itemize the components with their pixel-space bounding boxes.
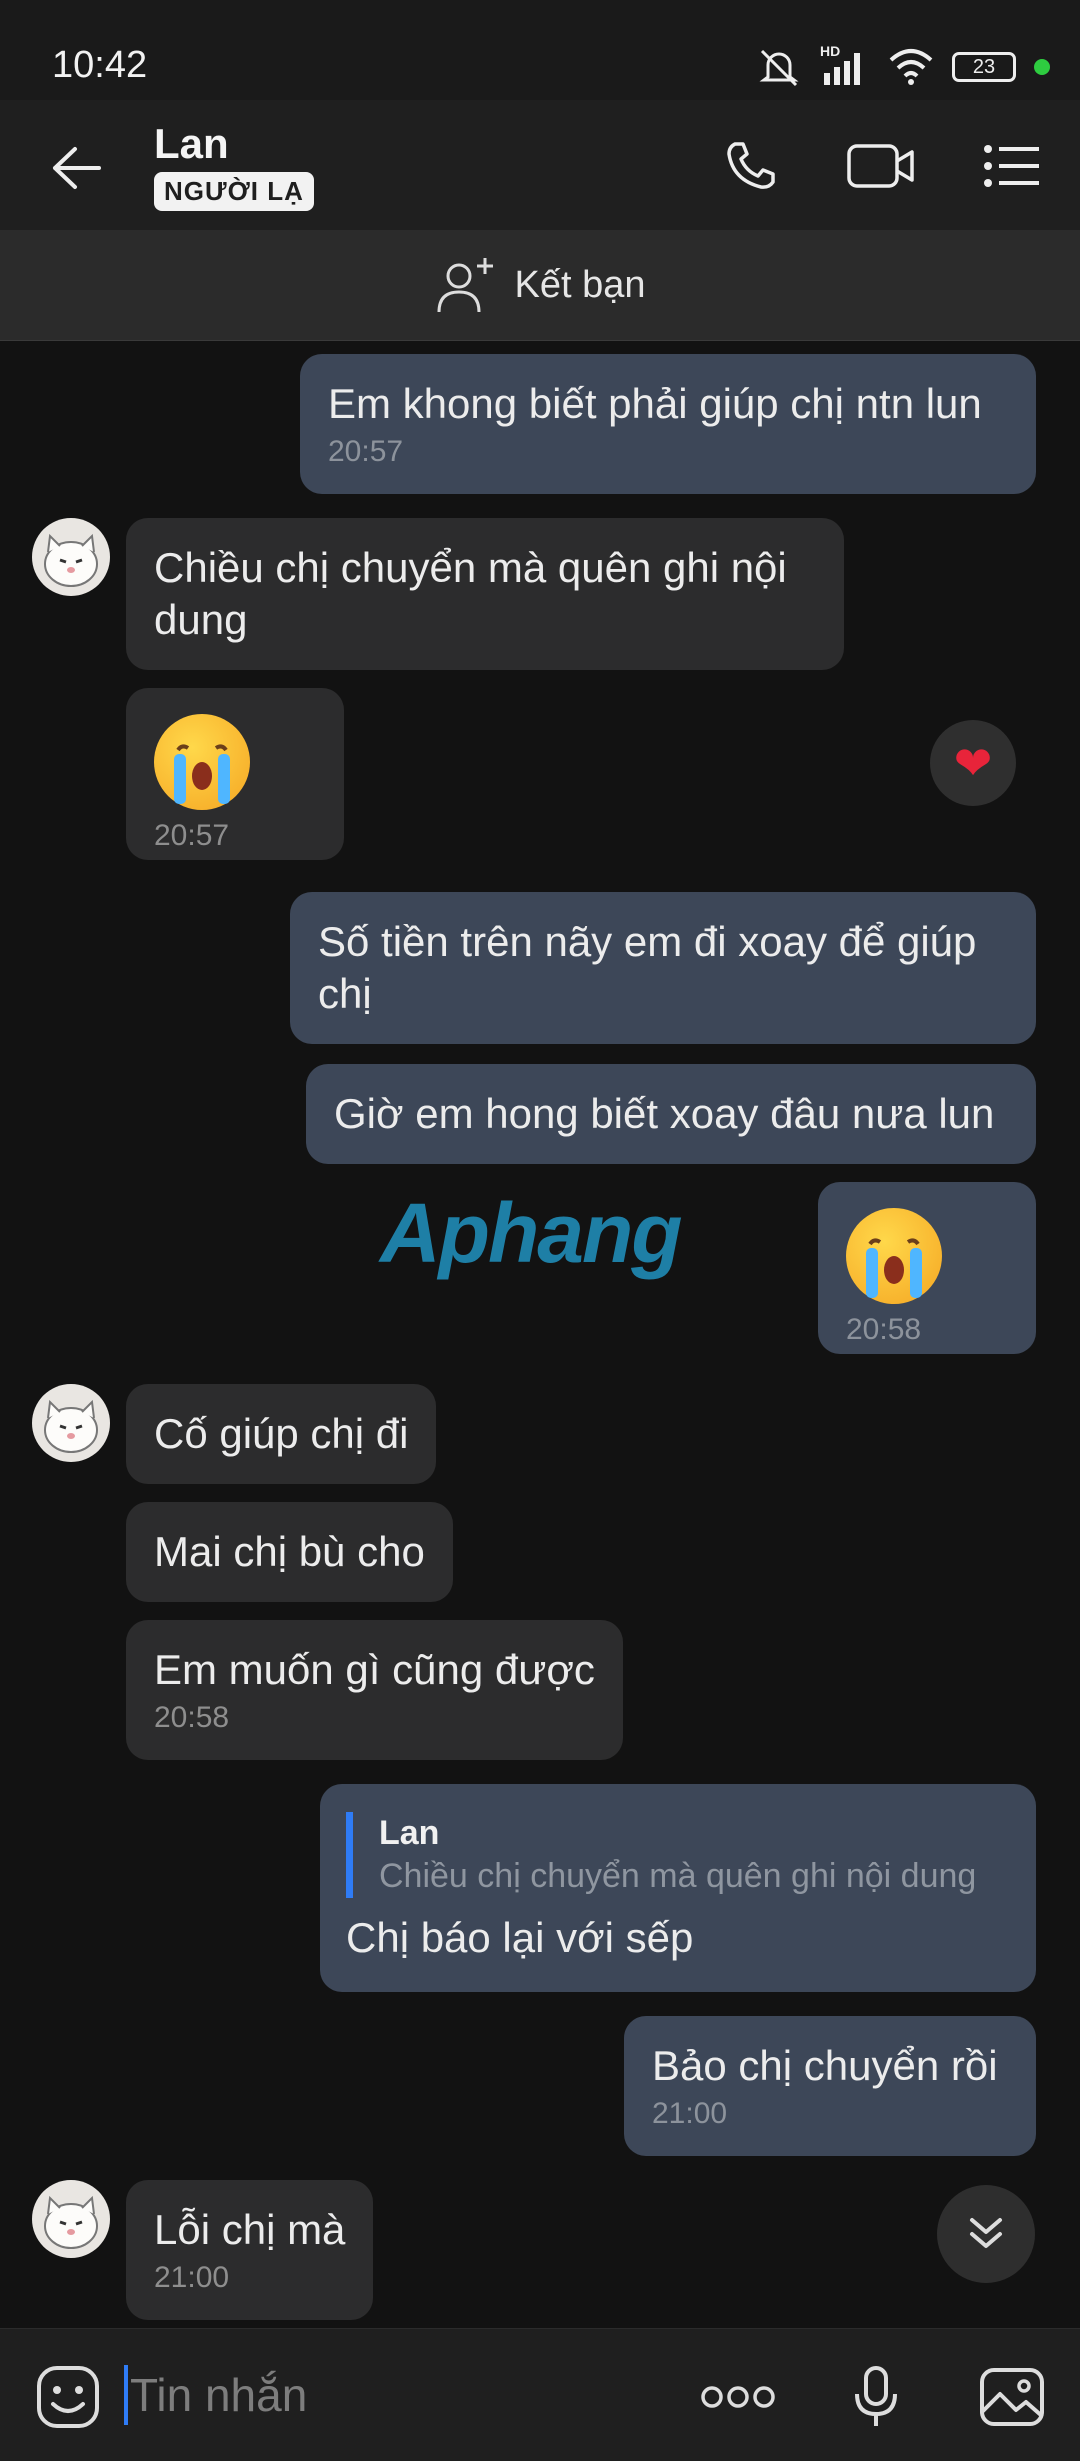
text-caret [124,2365,128,2425]
double-chevron-down-icon [970,2218,1002,2248]
message-received[interactable]: Chiều chị chuyển mà quên ghi nội dung [126,518,844,670]
back-button[interactable] [40,138,110,198]
message-text: Giờ em hong biết xoay đâu nưa lun [334,1090,995,1137]
scroll-to-bottom-button[interactable] [937,2185,1035,2283]
avatar[interactable] [32,2180,110,2258]
message-input-placeholder: Tin nhắn [130,2369,308,2421]
back-arrow-icon [53,147,101,189]
battery-icon: 23 [952,52,1016,82]
quoted-message[interactable]: Lan Chiều chị chuyển mà quên ghi nội dun… [346,1812,1010,1898]
heart-reaction[interactable]: ❤ [930,720,1016,806]
status-icons: HD 23 [756,42,1050,92]
message-input[interactable]: Tin nhắn [124,2363,684,2427]
message-received[interactable]: Lỗi chị mà 21:00 [126,2180,374,2320]
add-friend-label: Kết bạn [514,263,646,306]
message-time: 20:58 [846,1313,922,1346]
crying-face-icon [154,714,250,810]
voice-record-button[interactable] [836,2357,916,2437]
signal-icon: HD [820,43,870,87]
message-received-sticker[interactable]: 20:57 [126,688,344,860]
message-time: 20:57 [154,819,230,852]
emoji-icon [37,2366,99,2428]
sticker-button[interactable] [28,2357,108,2437]
message-text: Chiều chị chuyển mà quên ghi nội dung [154,544,787,643]
chat-header: Lan NGƯỜI LẠ [0,100,1080,230]
watermark: Aphang [380,1186,683,1280]
video-camera-icon [847,144,914,188]
message-time: 20:58 [154,1701,230,1734]
more-options-button[interactable] [698,2357,778,2437]
message-received[interactable]: Em muốn gì cũng được 20:58 [126,1620,623,1760]
message-time: 21:00 [652,2097,728,2130]
cat-avatar-icon [44,2195,98,2249]
message-text: Em muốn gì cũng được [154,1646,595,1693]
voice-call-button[interactable] [716,134,786,198]
stranger-badge: NGƯỜI LẠ [154,172,314,211]
quoted-text: Chiều chị chuyển mà quên ghi nội dung [379,1857,977,1895]
list-menu-icon [984,145,1039,187]
add-friend-button[interactable]: Kết bạn [0,230,1080,341]
avatar[interactable] [32,518,110,596]
wifi-icon [889,49,933,85]
clock: 10:42 [52,44,148,86]
avatar[interactable] [32,1384,110,1462]
message-composer: Tin nhắn [0,2328,1080,2461]
photo-button[interactable] [972,2357,1052,2437]
message-sent-sticker[interactable]: 20:58 [818,1182,1036,1354]
contact-name[interactable]: Lan [154,120,229,168]
message-time: 20:57 [328,435,404,468]
cat-avatar-icon [44,533,98,587]
video-call-button[interactable] [846,134,916,198]
microphone-icon [855,2366,897,2426]
message-text: Cố giúp chị đi [154,1410,409,1457]
muted-bell-icon [759,49,799,87]
active-dot [1034,59,1050,75]
phone-icon [727,142,775,189]
message-sent[interactable]: Em khong biết phải giúp chị ntn lun 20:5… [300,354,1036,494]
image-icon [980,2368,1044,2426]
message-text: Số tiền trên nãy em đi xoay để giúp chị [318,918,977,1017]
message-received[interactable]: Cố giúp chị đi [126,1384,437,1484]
message-text: Em khong biết phải giúp chị ntn lun [328,380,982,427]
message-text: Bảo chị chuyển rồi [652,2042,998,2089]
message-time: 21:00 [154,2261,230,2294]
cat-avatar-icon [44,1399,98,1453]
message-received[interactable]: Mai chị bù cho [126,1502,453,1602]
message-text: Lỗi chị mà [154,2206,346,2253]
status-bar: 10:42 HD 23 [0,0,1080,100]
message-sent[interactable]: Bảo chị chuyển rồi 21:00 [624,2016,1036,2156]
more-dots-icon [701,2386,775,2408]
message-sent[interactable]: Số tiền trên nãy em đi xoay để giúp chị [290,892,1036,1044]
crying-face-icon [846,1208,942,1304]
heart-icon: ❤ [953,737,993,789]
message-text: Chị báo lại với sếp [346,1914,694,1961]
quoted-sender: Lan [379,1814,440,1852]
message-sent-reply[interactable]: Lan Chiều chị chuyển mà quên ghi nội dun… [320,1784,1036,1992]
message-sent[interactable]: Giờ em hong biết xoay đâu nưa lun [306,1064,1036,1164]
add-user-icon [437,258,493,313]
message-text: Mai chị bù cho [154,1528,425,1575]
menu-button[interactable] [978,134,1048,198]
